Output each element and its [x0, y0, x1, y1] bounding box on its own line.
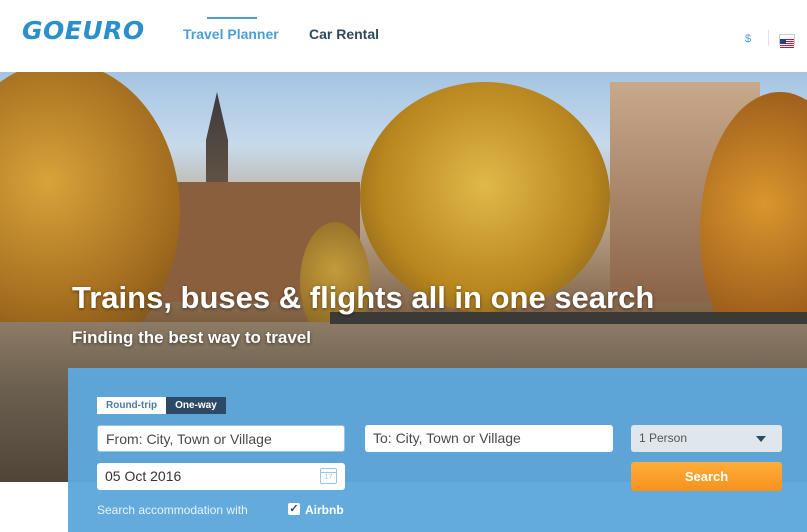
chevron-down-icon [756, 436, 766, 442]
left-tree [0, 72, 180, 362]
center-tree [360, 82, 610, 312]
active-nav-indicator [207, 17, 257, 19]
airbnb-checkbox[interactable]: ✓ [288, 503, 300, 515]
nav-travel-planner[interactable]: Travel Planner [183, 26, 279, 42]
accommodation-label: Search accommodation with [97, 503, 248, 517]
date-field[interactable]: 05 Oct 2016 17 [97, 463, 345, 490]
passenger-value: 1 Person [639, 431, 688, 445]
trip-type-toggle: Round-trip One-way [97, 397, 226, 414]
nav-car-rental[interactable]: Car Rental [309, 26, 379, 42]
currency-selector[interactable]: $ [745, 33, 751, 45]
passenger-select[interactable]: 1 Person [631, 425, 782, 452]
round-trip-toggle[interactable]: Round-trip [97, 397, 167, 414]
search-button[interactable]: Search [631, 462, 782, 491]
date-value: 05 Oct 2016 [105, 468, 182, 484]
top-header: GOEURO Travel Planner Car Rental $ [0, 0, 807, 72]
airbnb-label[interactable]: Airbnb [305, 503, 344, 517]
goeuro-logo[interactable]: GOEURO [22, 16, 145, 45]
to-input[interactable]: To: City, Town or Village [365, 425, 613, 452]
us-flag-icon[interactable] [779, 34, 795, 48]
calendar-icon[interactable]: 17 [320, 468, 337, 484]
hero-title: Trains, buses & flights all in one searc… [72, 280, 655, 315]
one-way-toggle[interactable]: One-way [166, 397, 226, 414]
from-input[interactable]: From: City, Town or Village [97, 425, 345, 452]
hero-subtitle: Finding the best way to travel [72, 328, 311, 347]
header-divider [768, 30, 769, 46]
